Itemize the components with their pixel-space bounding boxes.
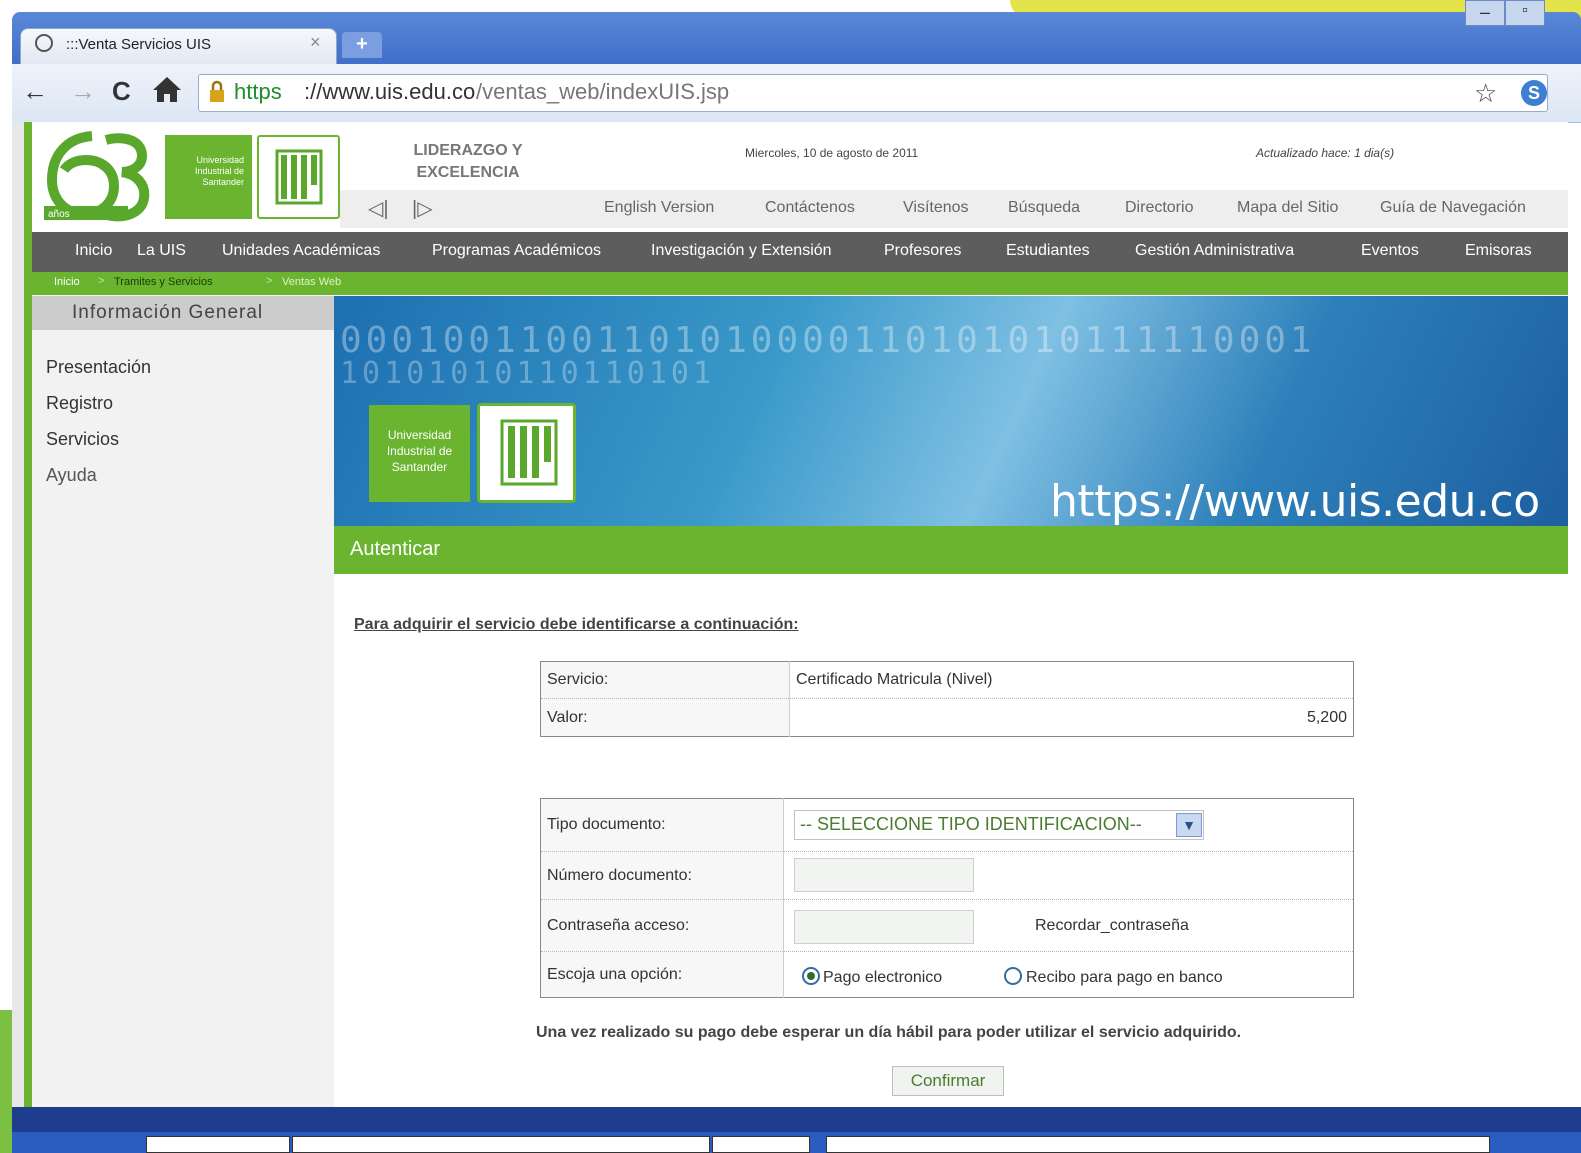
menu-investigacion-extension[interactable]: Investigación y Extensión (651, 242, 832, 260)
url-scheme: https (234, 79, 282, 104)
banner-uis-green-logo: Universidad Industrial de Santander (369, 405, 470, 502)
menu-programas-academicos[interactable]: Programas Académicos (432, 242, 601, 260)
doc-type-label: Tipo documento: (540, 798, 784, 852)
motto-line-1: LIDERAZGO Y (413, 142, 523, 159)
uis-green-logo[interactable]: Universidad Industrial de Santander (165, 135, 252, 219)
link-directorio[interactable]: Directorio (1125, 199, 1193, 217)
sidebar-item-registro[interactable]: Registro (46, 393, 113, 414)
link-guia-navegacion[interactable]: Guía de Navegación (1380, 199, 1526, 217)
link-visitenos[interactable]: Visítenos (903, 199, 969, 217)
home-icon[interactable] (150, 74, 184, 109)
bookmark-star-icon[interactable]: ☆ (1474, 78, 1497, 109)
radio-recibo-banco-label[interactable]: Recibo para pago en banco (1026, 969, 1223, 987)
banner-uis-logo-mark (500, 419, 558, 486)
table-row: Valor: 5,200 (540, 698, 1354, 737)
breadcrumb-separator-icon: > (98, 275, 105, 287)
value-label: Valor: (540, 698, 790, 737)
tab-title: :::Venta Servicios UIS (66, 36, 212, 53)
forward-arrow-icon[interactable]: → (70, 76, 96, 107)
service-value: Certificado Matricula (Nivel) (789, 661, 1354, 699)
doc-number-input[interactable] (794, 858, 974, 892)
page-left-green-bar (24, 122, 32, 1107)
radio-pago-electronico-label[interactable]: Pago electronico (823, 969, 942, 987)
auth-instructions: Para adquirir el servicio debe identific… (354, 616, 799, 633)
next-arrow-icon[interactable]: |▷ (412, 196, 433, 221)
table-row: Escoja una opción: (540, 951, 1354, 998)
banner-logo-line-1: Universidad (387, 428, 452, 442)
sidebar-item-presentacion[interactable]: Presentación (46, 357, 151, 378)
breadcrumb (32, 272, 1568, 295)
reload-icon[interactable]: C (112, 76, 131, 107)
password-input[interactable] (794, 910, 974, 944)
url-host: ://www.uis.edu.co (304, 79, 476, 104)
extension-icon[interactable]: S (1521, 80, 1547, 106)
banner-url-text: https://www.uis.edu.co (1050, 476, 1540, 527)
sidebar (32, 295, 334, 1107)
auth-title: Autenticar (350, 538, 441, 560)
link-contactenos[interactable]: Contáctenos (765, 199, 855, 217)
link-mapa-del-sitio[interactable]: Mapa del Sitio (1237, 199, 1338, 217)
globe-icon (35, 34, 53, 52)
menu-inicio[interactable]: Inicio (75, 242, 112, 260)
chevron-down-icon[interactable]: ▼ (1176, 813, 1202, 837)
radio-selected-dot (807, 972, 815, 980)
tab-close-button[interactable]: × (310, 32, 321, 53)
link-busqueda[interactable]: Búsqueda (1008, 199, 1080, 217)
confirm-button[interactable]: Confirmar (892, 1066, 1004, 1096)
sidebar-item-ayuda[interactable]: Ayuda (46, 465, 97, 486)
sidebar-title: Información General (72, 302, 264, 323)
minimize-button[interactable]: – (1465, 0, 1505, 26)
breadcrumb-inicio[interactable]: Inicio (54, 276, 80, 288)
table-row: Servicio: Certificado Matricula (Nivel) (540, 661, 1354, 699)
anniversary-63-logo[interactable]: años (44, 128, 154, 224)
lock-icon (210, 80, 224, 102)
menu-unidades-academicas[interactable]: Unidades Académicas (222, 242, 380, 260)
breadcrumb-tramites[interactable]: Tramites y Servicios (114, 276, 213, 288)
doc-number-label: Número documento: (540, 851, 784, 900)
sidebar-item-servicios[interactable]: Servicios (46, 429, 119, 450)
radio-recibo-banco[interactable] (1004, 967, 1022, 985)
menu-estudiantes[interactable]: Estudiantes (1006, 242, 1090, 260)
uis-logo-text: Universidad Industrial de Santander (194, 155, 244, 187)
taskbar-item[interactable] (292, 1136, 710, 1153)
maximize-button[interactable]: ▫ (1505, 0, 1545, 26)
current-date: Miercoles, 10 de agosto de 2011 (745, 146, 919, 160)
motto: LIDERAZGO Y EXCELENCIA (388, 140, 548, 184)
taskbar-item[interactable] (146, 1136, 290, 1153)
uis-white-logo[interactable] (257, 135, 340, 219)
menu-emisoras[interactable]: Emisoras (1465, 242, 1532, 260)
service-table: Servicio: Certificado Matricula (Nivel) … (540, 661, 1354, 737)
taskbar-item[interactable] (826, 1136, 1490, 1153)
service-label: Servicio: (540, 661, 790, 699)
menu-la-uis[interactable]: La UIS (137, 242, 186, 260)
auth-title-bar (334, 526, 1568, 574)
banner-uis-white-logo (477, 403, 576, 503)
banner-binary-text-2: 10101010110110101 (340, 356, 716, 391)
value-amount: 5,200 (789, 698, 1354, 737)
motto-line-2: EXCELENCIA (416, 164, 520, 181)
banner-binary-text: 00010011001101010000110101010111110001 (340, 320, 1316, 361)
remember-password-link[interactable]: Recordar_contraseña (1035, 917, 1189, 935)
breadcrumb-ventas-web: Ventas Web (282, 276, 342, 288)
new-tab-button[interactable]: + (342, 32, 382, 58)
payment-notice: Una vez realizado su pago debe esperar u… (536, 1024, 1242, 1041)
breadcrumb-separator-icon: > (266, 275, 273, 287)
option-label: Escoja una opción: (540, 951, 784, 998)
menu-profesores[interactable]: Profesores (884, 242, 961, 260)
taskbar-item[interactable] (712, 1136, 810, 1153)
uis-logo-mark (275, 149, 323, 205)
url-path: /ventas_web/indexUIS.jsp (476, 79, 730, 104)
logo-anos-text: años (48, 209, 70, 220)
prev-arrow-icon[interactable]: ◁| (368, 196, 389, 221)
menu-gestion-administrativa[interactable]: Gestión Administrativa (1135, 242, 1294, 260)
back-arrow-icon[interactable]: ← (22, 76, 48, 107)
home-icon-svg (153, 77, 181, 102)
doc-type-selected-value: -- SELECCIONE TIPO IDENTIFICACION-- (800, 814, 1142, 834)
password-label: Contraseña acceso: (540, 899, 784, 952)
link-english-version[interactable]: English Version (604, 199, 714, 217)
menu-eventos[interactable]: Eventos (1361, 242, 1419, 260)
banner-logo-line-3: Santander (391, 460, 448, 474)
last-updated: Actualizado hace: 1 dia(s) (1256, 146, 1395, 160)
banner-logo-line-2: Industrial de (386, 444, 453, 458)
